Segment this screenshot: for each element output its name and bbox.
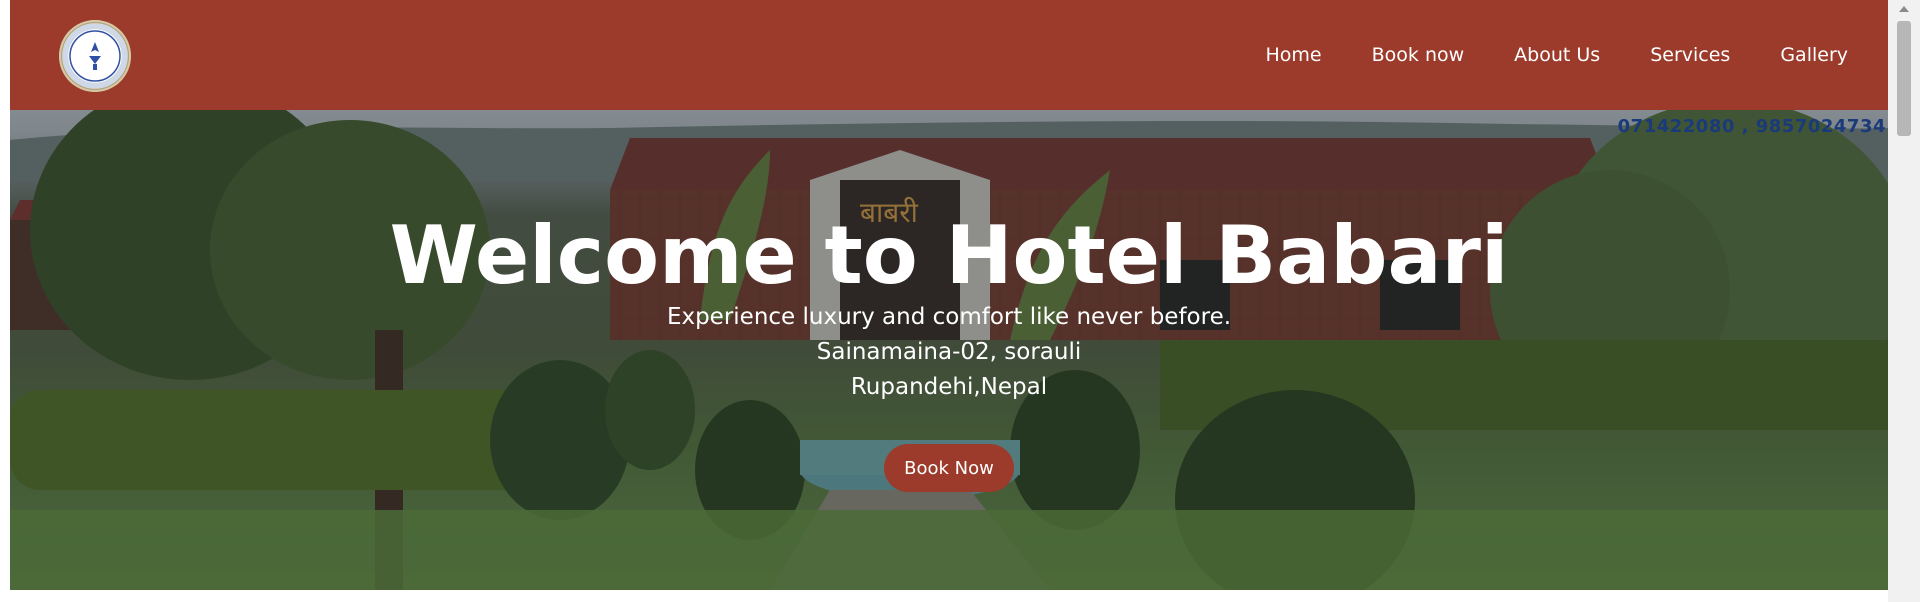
scroll-up-arrow-icon[interactable] bbox=[1899, 6, 1909, 12]
book-now-button[interactable]: Book Now bbox=[884, 444, 1014, 492]
nav-gallery-link[interactable]: Gallery bbox=[1780, 44, 1848, 66]
nav-book-now-link[interactable]: Book now bbox=[1372, 44, 1465, 66]
page: Home Book now About Us Services Gallery … bbox=[10, 0, 1888, 590]
hero-section: बाबरी 071422080 , 9857024734 Welcome to … bbox=[10, 110, 1888, 590]
scrollbar-thumb[interactable] bbox=[1897, 21, 1911, 136]
address-line-2: Rupandehi,Nepal bbox=[850, 374, 1048, 400]
address-line-1: Sainamaina-02, sorauli bbox=[816, 339, 1082, 365]
navbar: Home Book now About Us Services Gallery bbox=[10, 0, 1888, 110]
phone-numbers: 071422080 , 9857024734 bbox=[1617, 116, 1886, 137]
nav-about-us-link[interactable]: About Us bbox=[1514, 44, 1600, 66]
nav-services-link[interactable]: Services bbox=[1650, 44, 1730, 66]
vertical-scrollbar[interactable] bbox=[1888, 0, 1920, 602]
hero-title: Welcome to Hotel Babari bbox=[389, 209, 1509, 302]
main-nav: Home Book now About Us Services Gallery bbox=[1266, 0, 1848, 110]
hotel-logo-icon[interactable] bbox=[59, 20, 131, 92]
hero-subtitle: Experience luxury and comfort like never… bbox=[666, 304, 1232, 330]
logo-emblem bbox=[69, 30, 121, 82]
nav-home-link[interactable]: Home bbox=[1266, 44, 1322, 66]
